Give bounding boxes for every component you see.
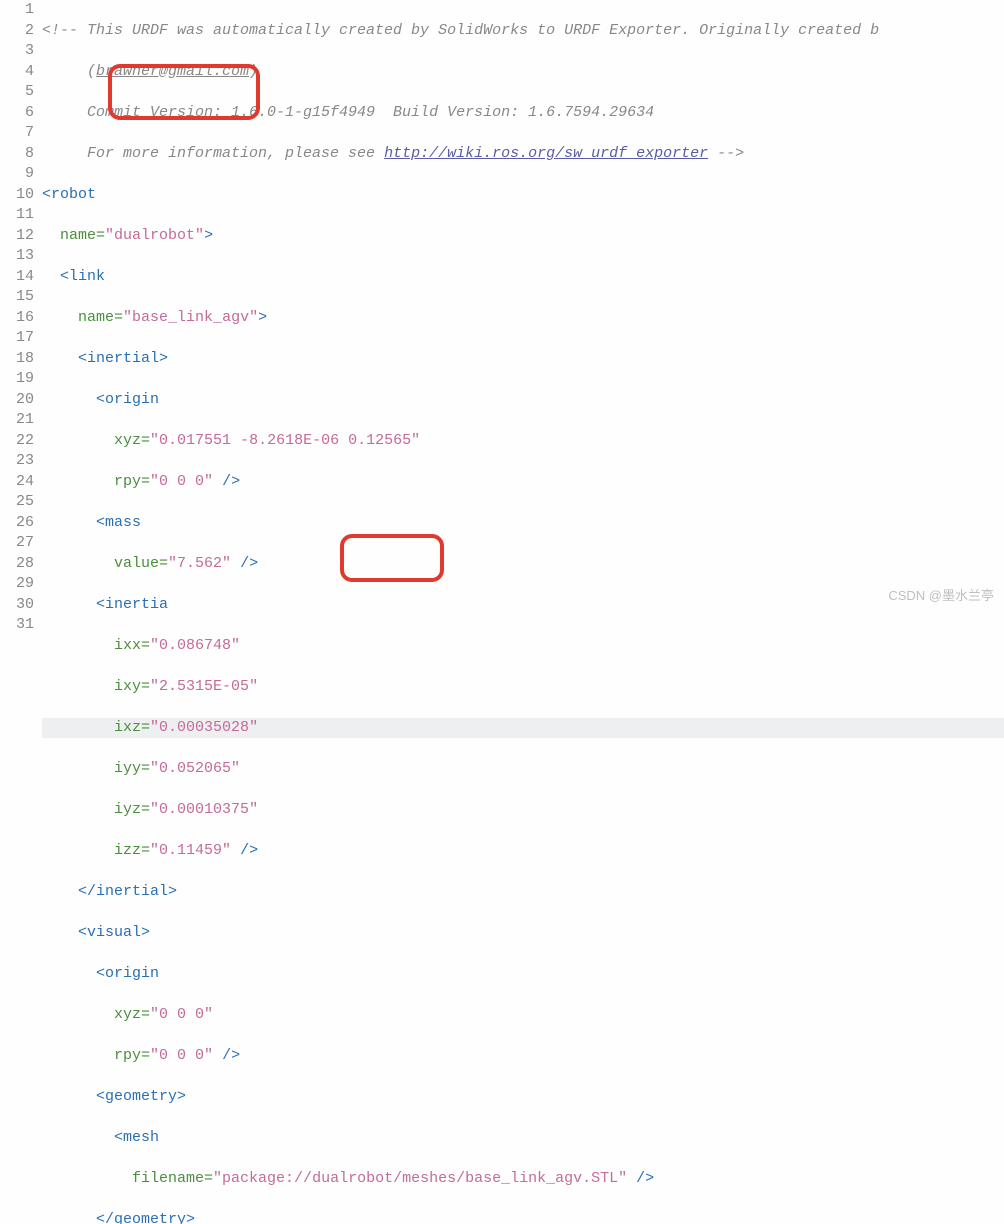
code-editor[interactable]: 12345 678910 1112131415 1617181920 21222… xyxy=(0,0,1004,1224)
code-area[interactable]: <!-- This URDF was automatically created… xyxy=(42,0,1004,1224)
robot-name-val: "dualrobot" xyxy=(105,227,204,244)
iyy-attr: iyy xyxy=(114,760,141,777)
line-gutter: 12345 678910 1112131415 1617181920 21222… xyxy=(0,0,42,1224)
robot-name-attr: name xyxy=(60,227,96,244)
inertial-close-tag: inertial xyxy=(96,883,168,900)
mass-tag: mass xyxy=(105,514,141,531)
comment-line4a: For more information, please see xyxy=(42,145,384,162)
geometry-close-tag: geometry xyxy=(114,1211,186,1224)
geometry-open-tag: geometry xyxy=(105,1088,177,1105)
vis-origin-xyz-val: "0 0 0" xyxy=(150,1006,213,1023)
ixz-attr: ixz xyxy=(114,719,141,736)
link-name-val: "base_link_agv" xyxy=(123,309,258,326)
mass-value-attr: value xyxy=(114,555,159,572)
filename-val: "package://dualrobot/meshes/base_link_ag… xyxy=(213,1170,627,1187)
origin-rpy-val: "0 0 0" xyxy=(150,473,213,490)
vis-origin-tag: origin xyxy=(105,965,159,982)
iyy-val: "0.052065" xyxy=(150,760,240,777)
iyz-val: "0.00010375" xyxy=(150,801,258,818)
ixy-attr: ixy xyxy=(114,678,141,695)
origin-rpy-attr: rpy xyxy=(114,473,141,490)
comment-line4b: --> xyxy=(708,145,744,162)
ixx-attr: ixx xyxy=(114,637,141,654)
izz-attr: izz xyxy=(114,842,141,859)
visual-open-tag: visual xyxy=(87,924,141,941)
origin-xyz-val: "0.017551 -8.2618E-06 0.12565" xyxy=(150,432,420,449)
vis-origin-rpy-val: "0 0 0" xyxy=(150,1047,213,1064)
link-open-tag: link xyxy=(69,268,105,285)
vis-origin-xyz-attr: xyz xyxy=(114,1006,141,1023)
comment-line2b: ) xyxy=(249,63,258,80)
vis-origin-rpy-attr: rpy xyxy=(114,1047,141,1064)
filename-attr: filename xyxy=(132,1170,204,1187)
origin-open-tag: origin xyxy=(105,391,159,408)
ixz-val: "0.00035028" xyxy=(150,719,258,736)
ixy-val: "2.5315E-05" xyxy=(150,678,258,695)
comment-email: brawner@gmail.com xyxy=(96,63,249,80)
comment-line3: Commit Version: 1.6.0-1-g15f4949 Build V… xyxy=(42,104,654,121)
izz-val: "0.11459" xyxy=(150,842,231,859)
comment-line1: <!-- This URDF was automatically created… xyxy=(42,22,879,39)
mass-value-val: "7.562" xyxy=(168,555,231,572)
ixx-val: "0.086748" xyxy=(150,637,240,654)
robot-open-tag: robot xyxy=(51,186,96,203)
link-name-attr: name xyxy=(78,309,114,326)
doc-link[interactable]: http://wiki.ros.org/sw_urdf_exporter xyxy=(384,145,708,162)
mesh-tag: mesh xyxy=(123,1129,159,1146)
iyz-attr: iyz xyxy=(114,801,141,818)
origin-xyz-attr: xyz xyxy=(114,432,141,449)
comment-line2a: ( xyxy=(42,63,96,80)
inertia-tag: inertia xyxy=(105,596,168,613)
watermark: CSDN @墨水兰亭 xyxy=(888,586,994,607)
inertial-open-tag: inertial xyxy=(87,350,159,367)
